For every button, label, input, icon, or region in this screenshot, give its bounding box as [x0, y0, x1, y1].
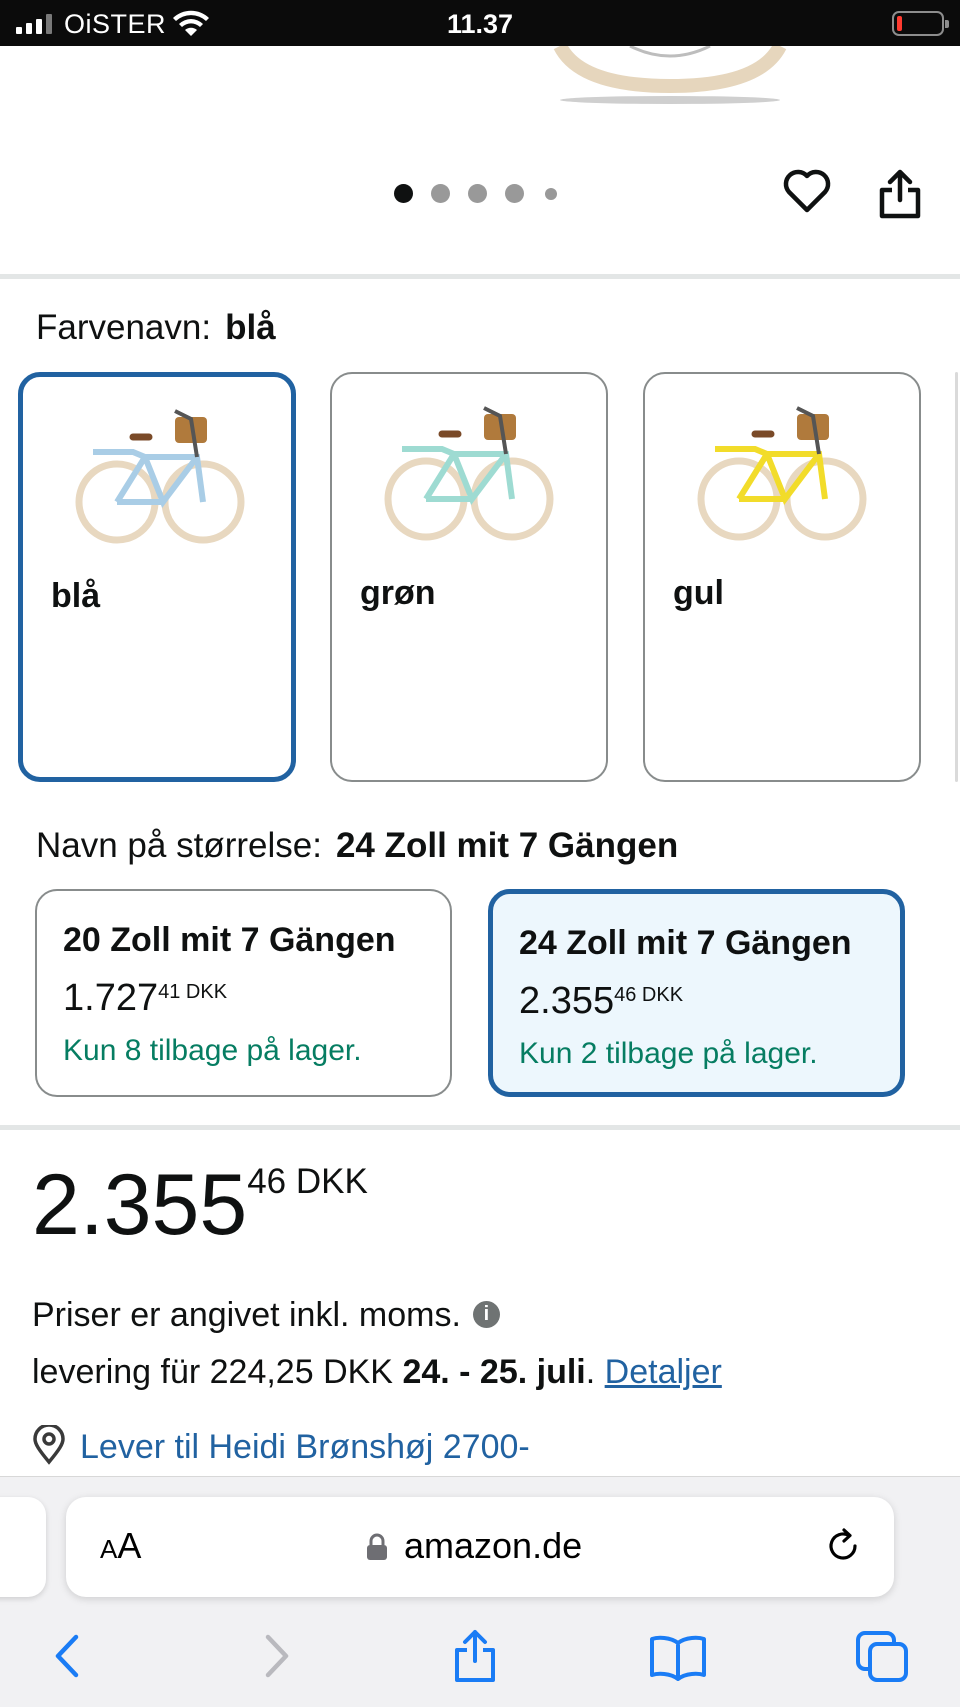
size-label: Navn på størrelse:: [36, 826, 322, 865]
url-text: amazon.de: [404, 1525, 583, 1566]
carousel-dot[interactable]: [431, 184, 450, 203]
status-bar: OiSTER 11.37: [0, 0, 960, 46]
share-icon[interactable]: [450, 1629, 500, 1683]
text-size-button[interactable]: AA: [100, 1525, 141, 1567]
back-icon[interactable]: [44, 1629, 94, 1683]
wishlist-heart-icon[interactable]: [782, 166, 832, 216]
deliver-to-link[interactable]: Lever til Heidi Brønshøj 2700‌-: [32, 1425, 530, 1469]
forward-icon[interactable]: [250, 1629, 300, 1683]
address-bar[interactable]: AA amazon.de: [66, 1497, 894, 1597]
size-label-row: Navn på størrelse: 24 Zoll mit 7 Gängen: [36, 826, 678, 866]
price-fraction: 46: [247, 1162, 287, 1201]
bookmarks-icon[interactable]: [648, 1629, 708, 1683]
color-option-label: blå: [51, 577, 101, 615]
image-carousel-dots[interactable]: [394, 184, 557, 203]
reload-icon[interactable]: [822, 1525, 864, 1567]
color-option-label: grøn: [360, 574, 436, 612]
location-pin-icon: [33, 1425, 65, 1465]
selected-color: blå: [225, 308, 276, 347]
delivery-prefix: levering für 224,25 DKK: [32, 1353, 403, 1391]
battery-icon: [892, 11, 949, 36]
size-option-24[interactable]: 24 Zoll mit 7 Gängen 2.35546 DKK Kun 2 t…: [488, 889, 905, 1097]
carousel-dot[interactable]: [394, 184, 413, 203]
lock-icon: [367, 1533, 387, 1560]
bike-thumbnail: [384, 406, 554, 541]
color-option-green[interactable]: grøn: [330, 372, 608, 782]
section-divider: [0, 274, 960, 279]
bike-thumbnail: [697, 406, 867, 541]
deliver-to-text: Lever til Heidi Brønshøj 2700‌-: [80, 1428, 530, 1466]
size-option-title: 24 Zoll mit 7 Gängen: [519, 924, 852, 962]
bike-thumbnail: [75, 409, 245, 544]
color-label-row: Farvenavn: blå: [36, 308, 276, 348]
info-icon[interactable]: i: [472, 1300, 500, 1328]
horizontal-scroll-indicator: [955, 372, 958, 782]
carousel-dot[interactable]: [545, 187, 557, 200]
size-option-20[interactable]: 20 Zoll mit 7 Gängen 1.72741 DKK Kun 8 t…: [35, 889, 452, 1097]
stock-status: Kun 8 tilbage på lager.: [63, 1034, 362, 1067]
previous-tab-preview[interactable]: [0, 1497, 46, 1597]
vat-note-row: Priser er angivet inkl. moms. i: [32, 1296, 500, 1335]
color-option-yellow[interactable]: gul: [643, 372, 921, 782]
size-option-title: 20 Zoll mit 7 Gängen: [63, 921, 396, 959]
size-option-price: 1.72741 DKK: [63, 977, 228, 1019]
section-divider: [0, 1125, 960, 1130]
details-link[interactable]: Detaljer: [605, 1353, 722, 1391]
size-option-price: 2.35546 DKK: [519, 980, 684, 1022]
price-main: 2.355: [32, 1157, 248, 1253]
share-icon[interactable]: [878, 168, 922, 220]
product-image[interactable]: [540, 46, 800, 106]
color-label: Farvenavn:: [36, 308, 212, 347]
stock-status: Kun 2 tilbage på lager.: [519, 1037, 818, 1070]
selected-size: 24 Zoll mit 7 Gängen: [335, 826, 679, 865]
delivery-info: levering für 224,25 DKK 24. - 25. juli. …: [32, 1353, 722, 1391]
browser-toolbar: AA amazon.de: [0, 1476, 960, 1707]
status-time: 11.37: [446, 9, 514, 39]
carousel-dot[interactable]: [468, 184, 487, 203]
tabs-icon[interactable]: [854, 1629, 910, 1683]
color-option-label: gul: [673, 574, 724, 612]
carousel-dot[interactable]: [505, 184, 524, 203]
color-option-blue[interactable]: blå: [18, 372, 296, 782]
vat-note: Priser er angivet inkl. moms.: [32, 1296, 461, 1334]
delivery-date: 24. - 25. juli: [402, 1353, 586, 1391]
product-price: 2.35546 DKK: [32, 1162, 368, 1248]
price-currency: DKK: [295, 1162, 368, 1201]
